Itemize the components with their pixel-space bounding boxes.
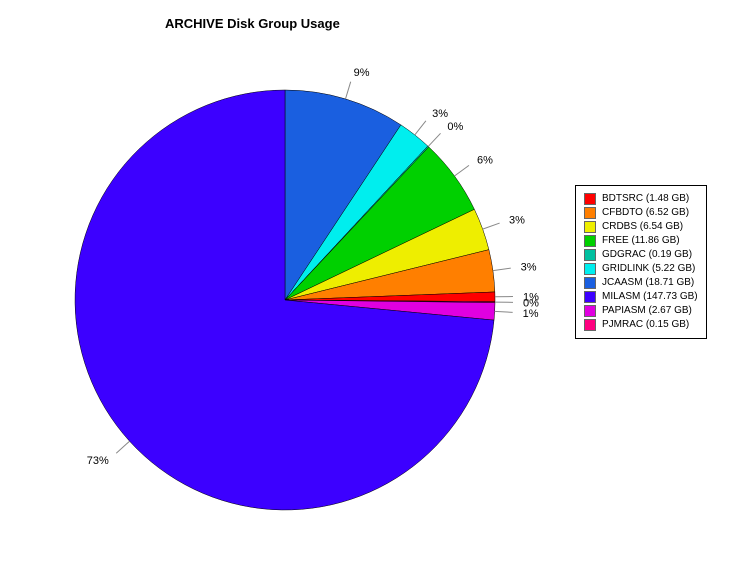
slice-label-free: 6% <box>477 154 493 166</box>
legend-label: PAPIASM (2.67 GB) <box>602 304 692 318</box>
legend-label: GRIDLINK (5.22 GB) <box>602 262 695 276</box>
slice-label-crdbs: 3% <box>509 215 525 227</box>
legend-row-free: FREE (11.86 GB) <box>584 234 698 248</box>
legend-swatch <box>584 207 596 219</box>
legend-swatch <box>584 193 596 205</box>
label-line <box>346 82 351 99</box>
slice-label-jcaasm: 9% <box>354 67 370 79</box>
legend: BDTSRC (1.48 GB)CFBDTO (6.52 GB)CRDBS (6… <box>575 185 707 339</box>
label-line <box>116 441 129 453</box>
slice-label-milasm: 73% <box>87 455 109 467</box>
legend-label: CFBDTO (6.52 GB) <box>602 206 689 220</box>
legend-swatch <box>584 277 596 289</box>
legend-row-jcaasm: JCAASM (18.71 GB) <box>584 276 698 290</box>
label-line <box>454 165 469 176</box>
legend-row-gridlink: GRIDLINK (5.22 GB) <box>584 262 698 276</box>
legend-swatch <box>584 305 596 317</box>
label-line <box>495 311 513 312</box>
legend-label: BDTSRC (1.48 GB) <box>602 192 689 206</box>
legend-row-pjmrac: PJMRAC (0.15 GB) <box>584 318 698 332</box>
legend-swatch <box>584 249 596 261</box>
slice-label-cfbdto: 3% <box>521 262 537 274</box>
pie-chart-area: 9%3%0%6%3%3%1%0%1%73% <box>20 40 550 560</box>
legend-label: JCAASM (18.71 GB) <box>602 276 694 290</box>
legend-label: MILASM (147.73 GB) <box>602 290 698 304</box>
legend-label: CRDBS (6.54 GB) <box>602 220 683 234</box>
legend-row-cfbdto: CFBDTO (6.52 GB) <box>584 206 698 220</box>
legend-label: GDGRAC (0.19 GB) <box>602 248 692 262</box>
pie-chart: 9%3%0%6%3%3%1%0%1%73% <box>20 40 550 560</box>
chart-title: ARCHIVE Disk Group Usage <box>165 16 340 31</box>
label-line <box>493 268 511 271</box>
legend-row-milasm: MILASM (147.73 GB) <box>584 290 698 304</box>
legend-row-papiasm: PAPIASM (2.67 GB) <box>584 304 698 318</box>
legend-row-crdbs: CRDBS (6.54 GB) <box>584 220 698 234</box>
legend-swatch <box>584 235 596 247</box>
slice-label-papiasm: 1% <box>523 308 539 320</box>
legend-row-gdgrac: GDGRAC (0.19 GB) <box>584 248 698 262</box>
legend-swatch <box>584 291 596 303</box>
legend-swatch <box>584 263 596 275</box>
label-line <box>415 121 426 135</box>
legend-swatch <box>584 221 596 233</box>
legend-label: FREE (11.86 GB) <box>602 234 680 248</box>
legend-swatch <box>584 319 596 331</box>
label-line <box>483 223 500 229</box>
legend-row-bdtsrc: BDTSRC (1.48 GB) <box>584 192 698 206</box>
slice-label-gdgrac: 0% <box>447 121 463 133</box>
label-line <box>428 133 440 146</box>
slice-label-gridlink: 3% <box>432 108 448 120</box>
legend-label: PJMRAC (0.15 GB) <box>602 318 689 332</box>
